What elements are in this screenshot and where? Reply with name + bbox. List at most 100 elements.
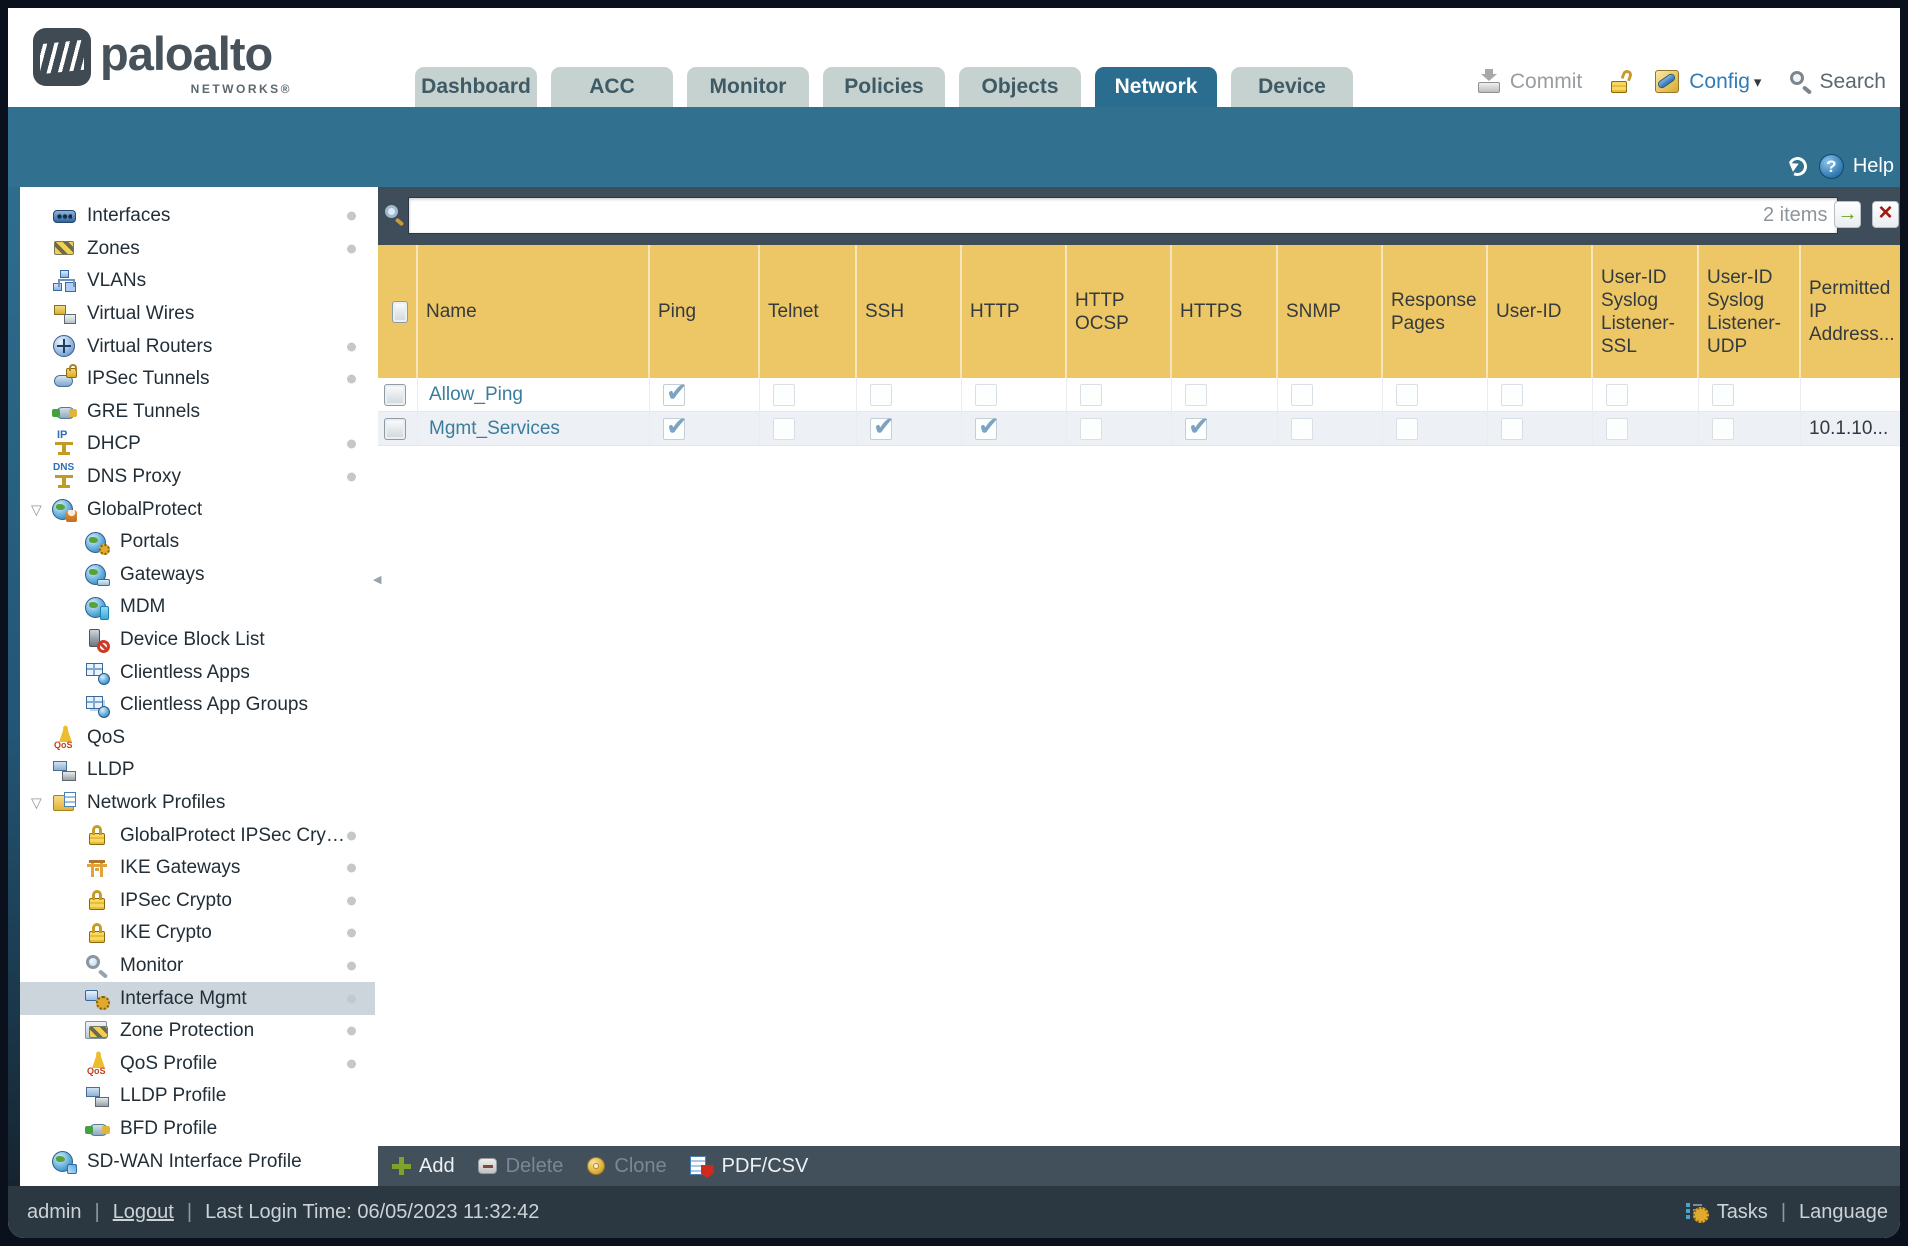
user-id-checkbox[interactable]	[1501, 417, 1523, 440]
tab-monitor[interactable]: Monitor	[687, 67, 809, 107]
commit-button[interactable]: Commit	[1510, 70, 1582, 94]
sidebar-item-ike-gateways[interactable]: IKE Gateways	[20, 852, 375, 885]
profile-name-link[interactable]: Allow_Ping	[429, 384, 523, 406]
uid-syslog-udp-checkbox[interactable]	[1712, 417, 1734, 440]
sidebar-item-ipsec-tunnels[interactable]: IPSec Tunnels	[20, 363, 375, 396]
row-select-checkbox[interactable]	[384, 383, 406, 406]
user-id-checkbox[interactable]	[1501, 383, 1523, 406]
https-checkbox[interactable]	[1185, 383, 1207, 406]
tab-acc[interactable]: ACC	[551, 67, 673, 107]
ping-checkbox[interactable]	[663, 411, 688, 442]
profile-name-link[interactable]: Mgmt_Services	[429, 418, 560, 440]
response-pages-checkbox[interactable]	[1396, 383, 1418, 406]
sidebar-item-qos[interactable]: QoS	[20, 722, 375, 755]
sidebar-item-vlans[interactable]: VLANs	[20, 265, 375, 298]
tab-objects[interactable]: Objects	[959, 67, 1081, 107]
sidebar-item-globalprotect[interactable]: ▽ GlobalProtect	[20, 493, 375, 526]
column-header-ping[interactable]: Ping	[650, 245, 760, 378]
http-checkbox[interactable]	[975, 411, 1000, 442]
expander-icon[interactable]: ▽	[31, 501, 42, 518]
select-all-checkbox[interactable]	[392, 300, 408, 323]
sidebar-item-virtual-routers[interactable]: Virtual Routers	[20, 330, 375, 363]
sidebar-item-monitor[interactable]: Monitor	[20, 950, 375, 983]
column-header-user-id[interactable]: User-ID	[1488, 245, 1593, 378]
separator: |	[94, 1200, 100, 1223]
row-select-checkbox[interactable]	[384, 417, 406, 440]
column-header-uid-syslog-udp[interactable]: User-ID Syslog Listener-UDP	[1699, 245, 1801, 378]
ssh-checkbox[interactable]	[870, 411, 895, 442]
sidebar-item-globalprotect-ipsec-crypto[interactable]: GlobalProtect IPSec Crypto	[20, 819, 375, 852]
sidebar-item-virtual-wires[interactable]: Virtual Wires	[20, 298, 375, 331]
response-pages-checkbox[interactable]	[1396, 417, 1418, 440]
sidebar-item-ipsec-crypto[interactable]: IPSec Crypto	[20, 884, 375, 917]
column-header-response-pages[interactable]: Response Pages	[1383, 245, 1488, 378]
uid-syslog-udp-checkbox[interactable]	[1712, 383, 1734, 406]
logout-link[interactable]: Logout	[113, 1201, 174, 1224]
sidebar-item-mdm[interactable]: MDM	[20, 591, 375, 624]
uid-syslog-ssl-checkbox[interactable]	[1606, 417, 1628, 440]
tab-policies[interactable]: Policies	[823, 67, 945, 107]
help-label[interactable]: Help	[1853, 155, 1894, 178]
column-header-telnet[interactable]: Telnet	[760, 245, 857, 378]
config-caret-icon[interactable]: ▾	[1754, 73, 1762, 91]
refresh-icon[interactable]	[1782, 153, 1810, 179]
delete-button[interactable]: Delete	[477, 1155, 563, 1178]
language-button[interactable]: Language	[1799, 1201, 1888, 1224]
http-checkbox[interactable]	[975, 383, 997, 406]
ping-checkbox[interactable]	[663, 377, 688, 408]
http-ocsp-checkbox[interactable]	[1080, 383, 1102, 406]
snmp-checkbox[interactable]	[1291, 383, 1313, 406]
clone-button[interactable]: Clone	[585, 1155, 667, 1178]
sidebar-item-device-block-list[interactable]: Device Block List	[20, 624, 375, 657]
snmp-checkbox[interactable]	[1291, 417, 1313, 440]
column-header-http[interactable]: HTTP	[962, 245, 1067, 378]
config-button[interactable]: Config	[1689, 70, 1750, 94]
sidebar-item-clientless-app-groups[interactable]: Clientless App Groups	[20, 689, 375, 722]
add-button[interactable]: Add	[390, 1155, 455, 1178]
uid-syslog-ssl-checkbox[interactable]	[1606, 383, 1628, 406]
sidebar-item-dns-proxy[interactable]: DNS Proxy	[20, 461, 375, 494]
sidebar-item-gre-tunnels[interactable]: GRE Tunnels	[20, 396, 375, 429]
sidebar-item-portals[interactable]: Portals	[20, 526, 375, 559]
telnet-checkbox[interactable]	[773, 383, 795, 406]
column-header-https[interactable]: HTTPS	[1172, 245, 1278, 378]
tab-dashboard[interactable]: Dashboard	[415, 67, 537, 107]
sidebar-item-zones[interactable]: Zones	[20, 233, 375, 266]
http-ocsp-checkbox[interactable]	[1080, 417, 1102, 440]
search-button[interactable]: Search	[1819, 70, 1886, 94]
sidebar-collapse-handle[interactable]: ◀	[373, 573, 381, 586]
apply-filter-button[interactable]: →	[1834, 201, 1861, 228]
sidebar-item-interface-mgmt[interactable]: Interface Mgmt	[20, 982, 375, 1015]
https-checkbox[interactable]	[1185, 411, 1210, 442]
column-header-permitted-ip[interactable]: Permitted IP Address...	[1801, 245, 1900, 378]
sidebar-item-clientless-apps[interactable]: Clientless Apps	[20, 656, 375, 689]
column-header-ssh[interactable]: SSH	[857, 245, 962, 378]
column-header-snmp[interactable]: SNMP	[1278, 245, 1383, 378]
sidebar-item-ike-crypto[interactable]: IKE Crypto	[20, 917, 375, 950]
config-lock-icon[interactable]	[1608, 68, 1634, 95]
clear-filter-button[interactable]: ×	[1872, 201, 1899, 228]
sidebar-item-gateways[interactable]: Gateways	[20, 559, 375, 592]
sidebar-item-network-profiles[interactable]: ▽ Network Profiles	[20, 787, 375, 820]
tab-device[interactable]: Device	[1231, 67, 1353, 107]
sidebar-item-lldp-profile[interactable]: LLDP Profile	[20, 1080, 375, 1113]
pdf-csv-button[interactable]: PDF/CSV	[689, 1154, 808, 1178]
ssh-checkbox[interactable]	[870, 383, 892, 406]
expander-icon[interactable]: ▽	[31, 794, 42, 811]
filter-search-input[interactable]	[408, 197, 1838, 234]
cell-allow-ping-snmp	[1278, 378, 1383, 411]
sidebar-item-interfaces[interactable]: Interfaces	[20, 200, 375, 233]
column-header-name[interactable]: Name	[418, 245, 650, 378]
sidebar-item-sd-wan-interface-profile[interactable]: SD-WAN Interface Profile	[20, 1145, 375, 1178]
tasks-button[interactable]: Tasks	[1717, 1201, 1768, 1224]
column-header-http-ocsp[interactable]: HTTP OCSP	[1067, 245, 1172, 378]
sidebar-item-qos-profile[interactable]: QoS Profile	[20, 1047, 375, 1080]
help-icon[interactable]: ?	[1818, 154, 1844, 179]
sidebar-item-bfd-profile[interactable]: BFD Profile	[20, 1113, 375, 1146]
telnet-checkbox[interactable]	[773, 417, 795, 440]
sidebar-item-lldp[interactable]: LLDP	[20, 754, 375, 787]
tab-network[interactable]: Network	[1095, 67, 1217, 107]
column-header-uid-syslog-ssl[interactable]: User-ID Syslog Listener-SSL	[1593, 245, 1699, 378]
sidebar-item-dhcp[interactable]: DHCP	[20, 428, 375, 461]
sidebar-item-zone-protection[interactable]: Zone Protection	[20, 1015, 375, 1048]
